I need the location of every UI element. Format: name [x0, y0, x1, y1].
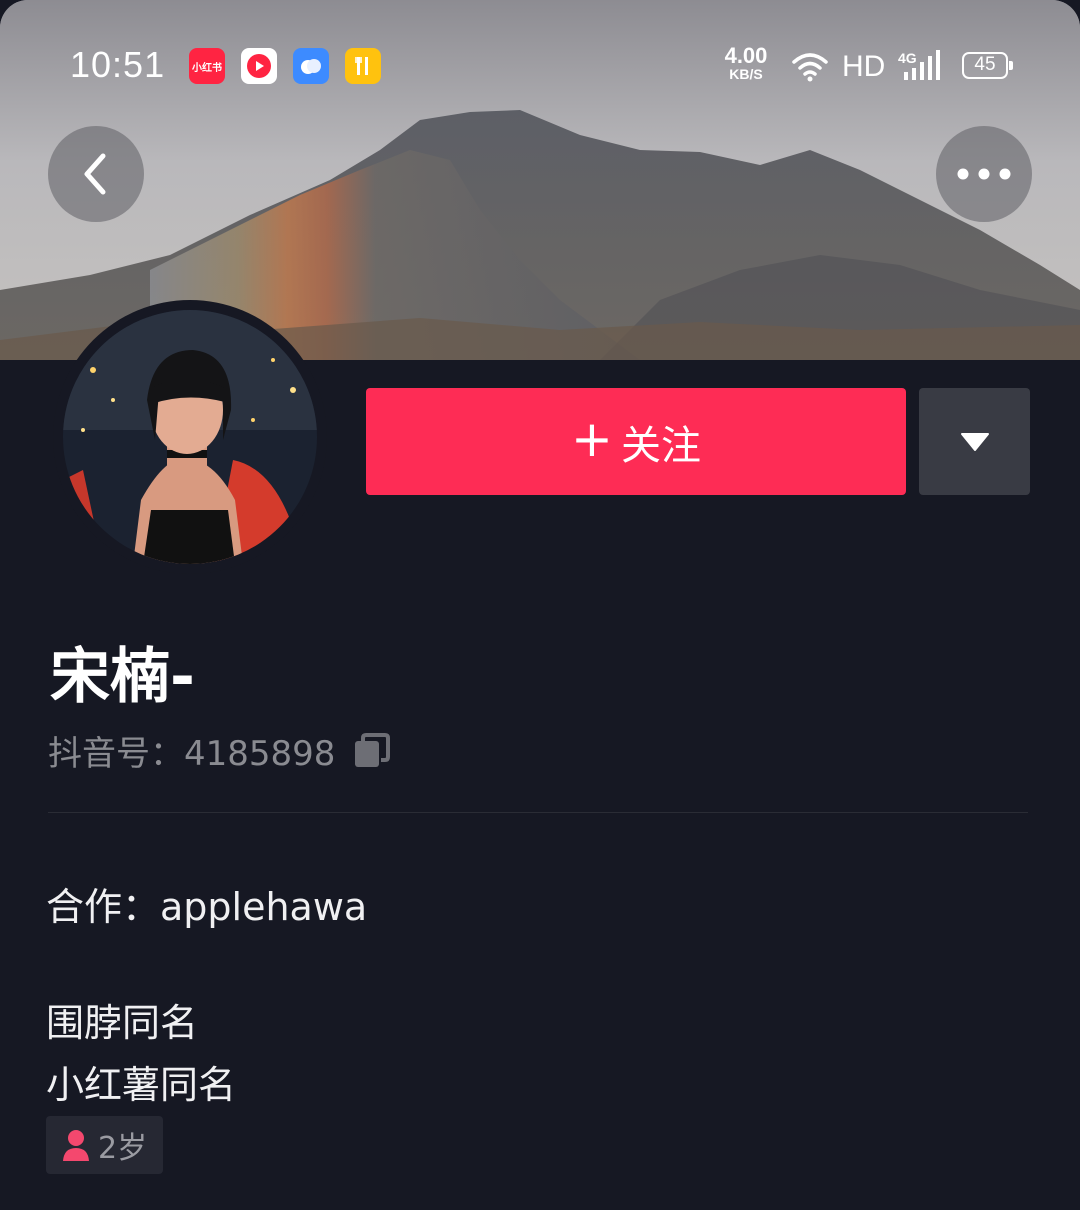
battery-indicator: 45 [962, 52, 1013, 79]
battery-level: 45 [974, 54, 996, 75]
xiaohongshu-app-icon: 小红书 [189, 48, 225, 84]
nickname: 宋楠- [50, 642, 195, 712]
network-speed: 4.00 KB/S [718, 43, 774, 82]
status-bar: 10:51 小红书 4.00 KB/S HD 4G 45 [0, 0, 1080, 130]
avatar-image [63, 310, 317, 564]
back-button[interactable] [48, 126, 144, 222]
bio-xiaohongshu: 小红薯同名 [46, 1063, 237, 1107]
douyin-id-label: 抖音号：4185898 [48, 734, 336, 774]
network-speed-unit: KB/S [729, 66, 763, 82]
follow-button[interactable]: + 关注 [366, 388, 906, 495]
more-options-button[interactable] [936, 126, 1032, 222]
follow-plus-icon: + [571, 409, 613, 468]
divider [48, 812, 1028, 813]
signal-icon [904, 50, 940, 80]
food-app-icon [345, 48, 381, 84]
network-speed-value: 4.00 [724, 43, 768, 68]
douyin-id-row: 抖音号：4185898 [48, 726, 391, 775]
copy-icon[interactable] [353, 732, 391, 769]
network-hd-label: HD [842, 50, 886, 83]
more-dots-icon [957, 168, 1011, 180]
triangle-down-icon [960, 432, 989, 451]
profile-screen: 10:51 小红书 4.00 KB/S HD 4G 45 + 关注 宋楠- 抖音… [0, 0, 1080, 1210]
bio-cooperation: 合作：applehawa [46, 885, 368, 929]
avatar-photo [63, 310, 317, 564]
xiaohongshu-icon-label: 小红书 [192, 62, 222, 74]
video-app-icon [241, 48, 277, 84]
age-tag-label: 2岁 [98, 1131, 148, 1166]
follow-label: 关注 [620, 422, 701, 469]
recommend-dropdown-button[interactable] [919, 388, 1030, 495]
status-time: 10:51 [70, 44, 166, 85]
bio-weibo: 围脖同名 [46, 1001, 199, 1045]
chevron-left-icon [84, 153, 106, 195]
female-user-icon [63, 1130, 89, 1161]
wifi-icon [792, 53, 828, 82]
cloud-app-icon [293, 48, 329, 84]
age-tag: 2岁 [46, 1116, 164, 1174]
avatar[interactable] [53, 300, 327, 574]
